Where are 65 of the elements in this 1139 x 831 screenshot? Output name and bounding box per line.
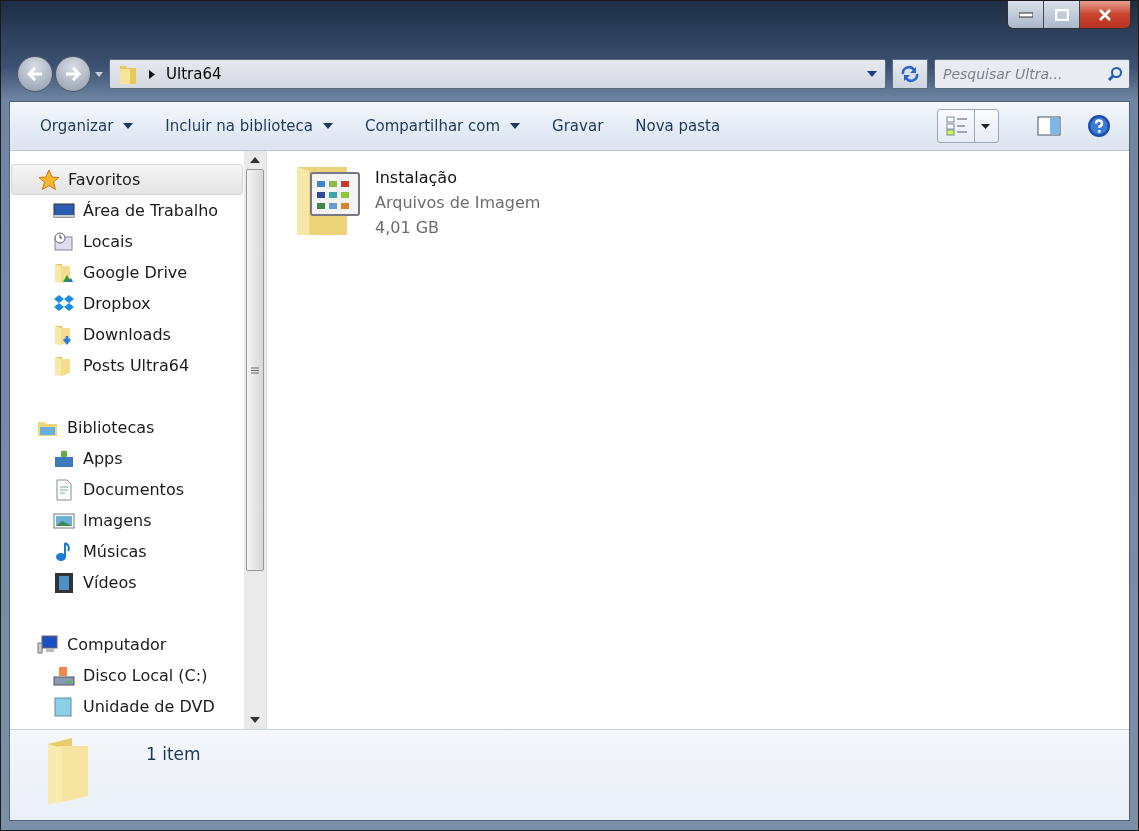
film-icon [53, 571, 75, 594]
nav-item[interactable]: Imagens [10, 505, 244, 536]
preview-pane-icon [1037, 116, 1061, 136]
file-item[interactable]: Instalação Arquivos de Imagem 4,01 GB [295, 163, 575, 240]
item-count: 1 item [146, 744, 201, 764]
hard-drive-icon [53, 664, 75, 687]
nav-item[interactable]: Vídeos [10, 567, 244, 598]
folder-icon [53, 261, 75, 284]
search-field[interactable]: Pesquisar Ultra... [934, 59, 1130, 89]
toolbar-button[interactable]: Gravar [536, 113, 620, 139]
nav-item[interactable]: Apps [10, 443, 244, 474]
scrollbar[interactable] [244, 151, 266, 729]
breadcrumb-link[interactable]: Ultra64 [166, 65, 222, 83]
nav-item[interactable]: Downloads [10, 319, 244, 350]
minimize-icon [1018, 11, 1033, 18]
details-view-icon [946, 116, 968, 136]
refresh-icon [900, 65, 920, 83]
file-type: Arquivos de Imagem [375, 192, 541, 214]
help-icon [1087, 114, 1111, 138]
star-icon [38, 168, 60, 191]
toolbar-button[interactable]: Compartilhar com [349, 113, 537, 139]
nav-group-item[interactable]: Favoritos [11, 164, 243, 195]
nav-item[interactable]: Unidade de DVD [10, 691, 244, 722]
maximize-icon [1054, 8, 1069, 21]
caret-icon [510, 123, 521, 129]
caret-icon [323, 123, 334, 129]
file-size: 4,01 GB [375, 217, 441, 239]
file-name: Instalação [375, 167, 458, 189]
search-icon [1107, 66, 1123, 82]
minimize-button[interactable] [1008, 1, 1044, 28]
forward-arrow-icon [64, 66, 82, 82]
toolbar-button[interactable]: Nova pasta [619, 113, 737, 139]
nav-item[interactable]: Disco Local (C:) [10, 660, 244, 691]
nav-item[interactable]: Dropbox [10, 288, 244, 319]
back-button[interactable] [17, 56, 53, 92]
scroll-down-arrow-icon [250, 717, 260, 723]
address-field[interactable]: Ultra64 [109, 59, 886, 89]
recent-places-icon [53, 230, 75, 253]
nav-group-item[interactable]: Bibliotecas [10, 412, 244, 443]
nav-item[interactable]: Área de Trabalho [10, 195, 244, 226]
grip-icon [251, 366, 259, 374]
nav-group-item[interactable]: Computador [10, 629, 244, 660]
caret-icon [981, 123, 990, 129]
folder-icon [118, 63, 138, 85]
caret-icon [867, 71, 877, 77]
nav-item[interactable]: Locais [10, 226, 244, 257]
toolbar-button[interactable]: Incluir na biblioteca [149, 113, 350, 139]
scroll-up-arrow-icon [250, 157, 260, 163]
nav-item[interactable]: Documentos [10, 474, 244, 505]
maximize-button[interactable] [1044, 1, 1080, 28]
nav-item[interactable]: Google Drive [10, 257, 244, 288]
forward-button[interactable] [55, 56, 91, 92]
nav-item[interactable]: Posts Ultra64 [10, 350, 244, 381]
refresh-button[interactable] [892, 59, 928, 89]
document-icon [53, 478, 75, 501]
computer-icon [37, 633, 59, 656]
nav-item[interactable]: Músicas [10, 536, 244, 567]
toolbar-button[interactable]: Organizar [24, 113, 150, 139]
caret-icon [95, 71, 103, 77]
scrollbar-thumb[interactable] [246, 169, 264, 571]
back-arrow-icon [26, 66, 44, 82]
close-icon [1098, 8, 1112, 21]
close-button[interactable] [1080, 1, 1130, 28]
breadcrumb-arrow-icon [148, 69, 156, 79]
caret-icon [123, 123, 134, 129]
